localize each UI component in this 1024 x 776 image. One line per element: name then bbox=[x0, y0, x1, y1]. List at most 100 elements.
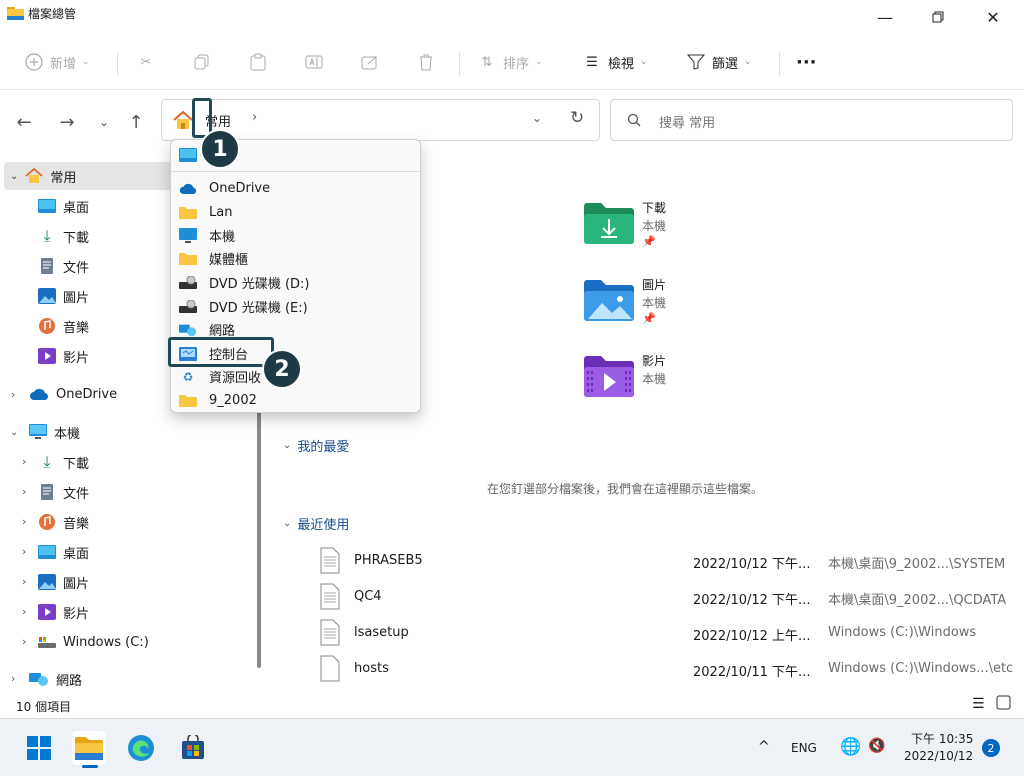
chevron-right-icon[interactable]: › bbox=[22, 515, 26, 528]
sidebar-item-pc-music[interactable]: 音樂 bbox=[38, 508, 89, 536]
chevron-right-icon[interactable]: › bbox=[11, 388, 15, 401]
table-row[interactable]: hosts 2022/10/11 下午... Windows (C:)\Wind… bbox=[314, 652, 1024, 686]
filter-button[interactable]: 篩選 ⌄ bbox=[686, 46, 752, 78]
menu-item-this-pc[interactable]: 本機 bbox=[177, 224, 416, 247]
chevron-right-icon[interactable]: › bbox=[22, 545, 26, 558]
menu-item-dvd-e[interactable]: DVD 光碟機 (E:) bbox=[177, 295, 416, 318]
desktop-icon[interactable] bbox=[179, 148, 197, 166]
favorites-empty-message: 在您釘選部分檔案後，我們會在這裡顯示這些檔案。 bbox=[487, 482, 764, 496]
sidebar-item-label: Windows (C:) bbox=[63, 634, 149, 650]
document-icon bbox=[41, 258, 53, 274]
back-arrow-icon[interactable]: ← bbox=[12, 110, 36, 134]
scissors-icon: ✂ bbox=[140, 54, 152, 70]
network-globe-icon[interactable]: 🌐 bbox=[840, 737, 861, 757]
minimize-button[interactable]: — bbox=[862, 0, 908, 34]
favorites-section-header[interactable]: ⌄ 我的最愛 bbox=[283, 436, 349, 455]
sidebar-item-pc-pictures[interactable]: 圖片 bbox=[38, 568, 89, 596]
sidebar-item-videos[interactable]: 影片 bbox=[38, 342, 89, 370]
share-button[interactable] bbox=[360, 46, 380, 78]
table-row[interactable]: lsasetup 2022/10/12 上午... Windows (C:)\W… bbox=[314, 616, 1024, 650]
menu-item-label: DVD 光碟機 (D:) bbox=[209, 277, 310, 292]
cut-button[interactable]: ✂ bbox=[136, 46, 156, 78]
menu-item-onedrive[interactable]: OneDrive bbox=[177, 177, 416, 200]
up-arrow-icon[interactable]: ↑ bbox=[124, 110, 148, 134]
breadcrumb-separator-icon[interactable]: › bbox=[252, 110, 257, 125]
chevron-down-icon[interactable]: ⌄ bbox=[10, 427, 18, 438]
folder-icon bbox=[179, 251, 197, 267]
chevron-right-icon[interactable]: › bbox=[11, 672, 15, 685]
sidebar-item-documents[interactable]: 文件 bbox=[38, 252, 89, 280]
sidebar-item-this-pc[interactable]: 本機 bbox=[29, 418, 80, 446]
sidebar-item-home[interactable]: ⌄ 常用 bbox=[4, 162, 174, 190]
quick-access-pictures[interactable]: 圖片 本機 📌 bbox=[584, 276, 784, 336]
music-icon bbox=[39, 318, 55, 334]
quick-access-videos[interactable]: 影片 本機 bbox=[584, 352, 784, 412]
view-button[interactable]: ☰ 檢視 ⌄ bbox=[582, 46, 647, 78]
sidebar-item-downloads[interactable]: ⤓ 下載 bbox=[38, 222, 89, 250]
start-button[interactable] bbox=[22, 731, 56, 765]
folder-icon bbox=[179, 205, 197, 221]
show-hidden-icons-chevron-icon[interactable]: ^ bbox=[758, 739, 770, 755]
clock-time[interactable]: 下午 10:35 bbox=[911, 730, 973, 747]
more-options-button[interactable]: ··· bbox=[796, 46, 817, 78]
clock-date[interactable]: 2022/10/12 bbox=[904, 749, 973, 763]
sidebar-item-label: 本機 bbox=[54, 426, 81, 442]
chevron-right-icon[interactable]: › bbox=[22, 485, 26, 498]
pictures-icon bbox=[38, 574, 56, 590]
delete-button[interactable] bbox=[416, 46, 436, 78]
restore-button[interactable] bbox=[915, 0, 961, 34]
sidebar-item-network[interactable]: 網路 bbox=[29, 665, 82, 693]
recent-section-header[interactable]: ⌄ 最近使用 bbox=[283, 514, 349, 533]
taskbar-file-explorer[interactable] bbox=[72, 731, 106, 768]
tiles-view-icon[interactable] bbox=[996, 695, 1011, 713]
copy-button[interactable] bbox=[192, 46, 212, 78]
search-input[interactable]: 搜尋 常用 bbox=[659, 112, 715, 131]
file-date: 2022/10/12 上午... bbox=[693, 629, 811, 644]
quick-access-downloads[interactable]: 下載 本機 📌 bbox=[584, 199, 784, 259]
quick-access-name: 下載 bbox=[642, 201, 667, 215]
address-dropdown-icon[interactable]: ⌄ bbox=[532, 111, 542, 125]
menu-item-dvd-d[interactable]: DVD 光碟機 (D:) bbox=[177, 271, 416, 294]
table-row[interactable]: QC4 2022/10/12 下午... 本機\桌面\9_2002...\QCD… bbox=[314, 580, 1024, 614]
chevron-right-icon[interactable]: › bbox=[22, 605, 26, 618]
chevron-right-icon[interactable]: › bbox=[22, 635, 26, 648]
sidebar-item-c-drive[interactable]: Windows (C:) bbox=[38, 628, 149, 656]
pin-icon: 📌 bbox=[642, 235, 656, 248]
taskbar: ^ ENG 🌐 🔇 下午 10:35 2022/10/12 2 bbox=[0, 718, 1024, 776]
chevron-down-icon: ⌄ bbox=[10, 170, 19, 182]
taskbar-edge[interactable] bbox=[124, 731, 158, 765]
volume-muted-icon[interactable]: 🔇 bbox=[868, 738, 885, 754]
taskbar-store[interactable] bbox=[176, 731, 210, 765]
close-button[interactable]: ✕ bbox=[970, 0, 1016, 34]
chevron-down-icon: ⌄ bbox=[744, 57, 752, 67]
sidebar-item-pc-videos[interactable]: 影片 bbox=[38, 598, 89, 626]
refresh-icon[interactable]: ↻ bbox=[570, 108, 584, 128]
menu-item-folder-9-2002[interactable]: 9_2002 bbox=[177, 389, 416, 412]
quick-access-name: 圖片 bbox=[642, 278, 667, 292]
rename-button[interactable] bbox=[304, 46, 324, 78]
sidebar-item-pc-downloads[interactable]: ⤓ 下載 bbox=[38, 448, 89, 476]
new-button[interactable]: 新增 ⌄ bbox=[24, 46, 90, 78]
menu-item-lan[interactable]: Lan bbox=[177, 201, 416, 224]
search-box[interactable]: 搜尋 常用 bbox=[610, 99, 1013, 141]
pictures-icon bbox=[38, 288, 56, 304]
sidebar-item-pc-documents[interactable]: 文件 bbox=[38, 478, 89, 506]
sidebar-item-pictures[interactable]: 圖片 bbox=[38, 282, 89, 310]
file-date: 2022/10/12 下午... bbox=[693, 593, 811, 608]
table-row[interactable]: PHRASEB5 2022/10/12 下午... 本機\桌面\9_2002..… bbox=[314, 544, 1024, 578]
recent-locations-chevron-icon[interactable]: ⌄ bbox=[92, 110, 116, 134]
forward-arrow-icon[interactable]: → bbox=[55, 110, 79, 134]
details-view-icon[interactable]: ☰ bbox=[972, 696, 985, 712]
notification-badge[interactable]: 2 bbox=[982, 739, 1000, 757]
menu-item-libraries[interactable]: 媒體櫃 bbox=[177, 247, 416, 270]
chevron-right-icon[interactable]: › bbox=[22, 575, 26, 588]
input-language[interactable]: ENG bbox=[791, 741, 817, 755]
sidebar-item-music[interactable]: 音樂 bbox=[38, 312, 89, 340]
paste-button[interactable] bbox=[248, 46, 268, 78]
sidebar-item-desktop[interactable]: 桌面 bbox=[38, 192, 89, 220]
sidebar-item-onedrive[interactable]: OneDrive bbox=[29, 380, 117, 408]
sidebar-item-pc-desktop[interactable]: 桌面 bbox=[38, 538, 89, 566]
chevron-right-icon[interactable]: › bbox=[22, 455, 26, 468]
dvd-drive-icon bbox=[179, 299, 197, 315]
sort-button[interactable]: ⇅ 排序 ⌄ bbox=[477, 46, 543, 78]
